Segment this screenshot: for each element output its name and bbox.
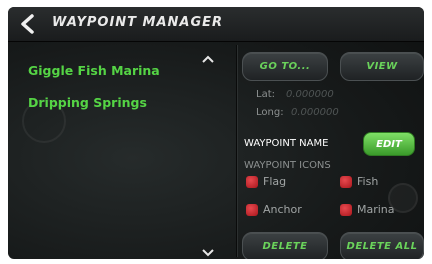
checkbox-icon[interactable] — [246, 203, 258, 216]
waypoint-item[interactable]: Giggle Fish Marina — [28, 63, 160, 78]
checkbox-icon[interactable] — [340, 175, 352, 188]
icon-option-label: Flag — [263, 175, 287, 188]
checkbox-icon[interactable] — [246, 175, 258, 188]
icon-option-anchor[interactable]: Anchor — [246, 203, 302, 216]
waypoint-manager-screen: WAYPOINT MANAGER Giggle Fish Marina Drip… — [8, 7, 424, 259]
chevron-left-icon[interactable] — [18, 14, 38, 34]
waypoint-list: Giggle Fish Marina Dripping Springs — [8, 43, 218, 225]
chevron-up-icon[interactable] — [202, 55, 214, 63]
checkbox-icon[interactable] — [340, 203, 352, 216]
view-button[interactable]: VIEW — [340, 52, 424, 81]
latitude-value: 0.000000 — [286, 89, 334, 100]
header-bar: WAYPOINT MANAGER — [8, 7, 424, 42]
waypoint-item[interactable]: Dripping Springs — [28, 95, 147, 110]
go-to-button[interactable]: GO TO... — [242, 52, 328, 81]
longitude-label: Long: — [256, 107, 284, 118]
latitude-label: Lat: — [256, 89, 275, 100]
chevron-down-icon[interactable] — [202, 249, 214, 257]
panel-divider — [236, 45, 237, 257]
icon-option-flag[interactable]: Flag — [246, 175, 286, 188]
page-title: WAYPOINT MANAGER — [52, 15, 224, 30]
icon-option-label: Marina — [357, 203, 395, 216]
icon-option-label: Anchor — [263, 203, 302, 216]
icon-option-marina[interactable]: Marina — [340, 203, 395, 216]
icon-option-fish[interactable]: Fish — [340, 175, 378, 188]
waypoint-icons-label: WAYPOINT ICONS — [244, 160, 331, 171]
longitude-value: 0.000000 — [291, 107, 339, 118]
delete-button[interactable]: DELETE — [242, 232, 328, 259]
edit-button[interactable]: EDIT — [363, 132, 415, 156]
waypoint-name-label: WAYPOINT NAME — [244, 138, 329, 149]
icon-option-label: Fish — [357, 175, 379, 188]
delete-all-button[interactable]: DELETE ALL — [340, 232, 424, 259]
